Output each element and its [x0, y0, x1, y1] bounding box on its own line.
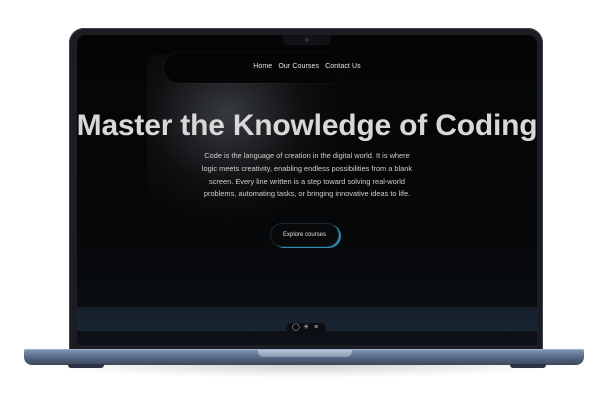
nav-home-link[interactable]: Home — [253, 63, 272, 70]
laptop-foot-right — [510, 364, 546, 368]
top-navigation: Home Our Courses Contact Us — [77, 63, 537, 70]
screen-bottom-edge — [77, 331, 537, 345]
camera-notch — [283, 35, 331, 45]
hero-description: Code is the language of creation in the … — [201, 151, 413, 199]
camera-icon — [305, 38, 309, 42]
menu-icon[interactable]: ≡ — [314, 324, 318, 332]
laptop-screen: Home Our Courses Contact Us Master the K… — [77, 35, 537, 345]
nav-our-courses-link[interactable]: Our Courses — [278, 63, 319, 70]
explore-courses-button[interactable]: Explore courses — [270, 223, 339, 247]
nav-contact-us-link[interactable]: Contact Us — [325, 63, 361, 70]
screen-dock: ◯ ☀ ≡ — [286, 323, 326, 333]
hero-headline: Master the Knowledge of Coding — [77, 109, 537, 142]
sun-icon[interactable]: ☀ — [303, 324, 309, 332]
laptop-opening-notch — [258, 350, 352, 357]
circle-icon[interactable]: ◯ — [292, 324, 300, 332]
laptop-foot-left — [68, 364, 104, 368]
